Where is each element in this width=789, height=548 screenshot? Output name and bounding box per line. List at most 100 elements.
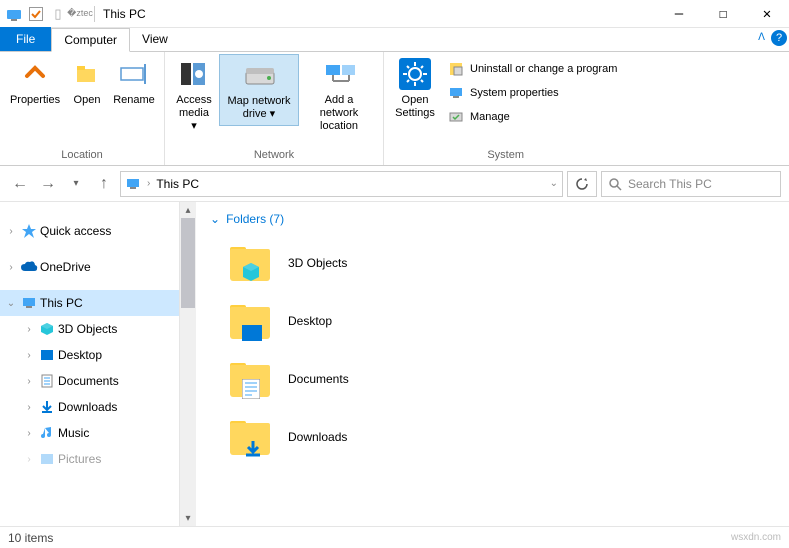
quick-access-icon bbox=[20, 222, 38, 240]
up-button[interactable]: ↑ bbox=[92, 172, 116, 196]
access-media-label: Access media ▾ bbox=[175, 94, 213, 134]
tab-view[interactable]: View bbox=[130, 27, 180, 51]
address-bar[interactable]: › This PC ⌄ bbox=[120, 171, 563, 197]
checkbox-qat-icon[interactable] bbox=[26, 4, 46, 24]
folder-3d-objects[interactable]: 3D Objects bbox=[210, 234, 775, 292]
pc-icon bbox=[125, 176, 141, 192]
tree-label: OneDrive bbox=[40, 260, 91, 274]
tree-onedrive[interactable]: › OneDrive bbox=[0, 254, 179, 280]
close-button[interactable]: ✕ bbox=[745, 0, 789, 28]
minimize-button[interactable]: — bbox=[657, 0, 701, 28]
folder-downloads[interactable]: Downloads bbox=[210, 408, 775, 466]
open-settings-label: Open Settings bbox=[394, 94, 436, 120]
chevron-right-icon[interactable]: › bbox=[4, 226, 18, 237]
group-location-label: Location bbox=[61, 147, 103, 165]
tree-label: Downloads bbox=[58, 400, 117, 414]
qat-dropdown-icon[interactable]: �ztec bbox=[70, 4, 90, 24]
tree-documents[interactable]: › Documents bbox=[0, 368, 179, 394]
refresh-button[interactable] bbox=[567, 171, 597, 197]
documents-icon bbox=[38, 372, 56, 390]
folder-label: Documents bbox=[288, 372, 349, 386]
folder-label: Desktop bbox=[288, 314, 332, 328]
tree-this-pc[interactable]: ⌄ This PC bbox=[0, 290, 179, 316]
chevron-right-icon[interactable]: › bbox=[22, 376, 36, 387]
folders-section-header[interactable]: ⌄ Folders (7) bbox=[210, 212, 775, 226]
recent-dropdown[interactable]: ▾ bbox=[64, 172, 88, 196]
address-dropdown-icon[interactable]: ⌄ bbox=[550, 178, 558, 189]
chevron-right-icon[interactable]: › bbox=[4, 262, 18, 273]
tree-music[interactable]: › Music bbox=[0, 420, 179, 446]
scroll-up-icon[interactable]: ▴ bbox=[180, 202, 196, 218]
chevron-right-icon[interactable]: › bbox=[22, 402, 36, 413]
group-network-label: Network bbox=[254, 147, 294, 165]
navigation-tree[interactable]: › Quick access › OneDrive ⌄ This PC › 3D… bbox=[0, 202, 180, 526]
downloads-icon bbox=[38, 398, 56, 416]
folder-icon bbox=[228, 241, 272, 285]
uninstall-label: Uninstall or change a program bbox=[470, 63, 617, 75]
collapse-ribbon-icon[interactable]: ᐱ bbox=[758, 32, 765, 43]
tab-computer[interactable]: Computer bbox=[51, 28, 130, 52]
system-properties-button[interactable]: System properties bbox=[448, 82, 617, 104]
chevron-right-icon[interactable]: › bbox=[22, 324, 36, 335]
map-drive-label: Map network drive ▾ bbox=[226, 95, 292, 121]
media-icon bbox=[178, 58, 210, 90]
chevron-right-icon[interactable]: › bbox=[22, 454, 36, 465]
chevron-down-icon[interactable]: ⌄ bbox=[4, 298, 18, 309]
section-label: Folders (7) bbox=[226, 212, 284, 226]
folder-desktop[interactable]: Desktop bbox=[210, 292, 775, 350]
properties-button[interactable]: Properties bbox=[4, 54, 66, 111]
add-location-label: Add a network location bbox=[305, 94, 373, 134]
tree-label: This PC bbox=[40, 296, 83, 310]
forward-button[interactable]: → bbox=[36, 172, 60, 196]
uninstall-icon bbox=[448, 61, 464, 77]
map-network-drive-button[interactable]: Map network drive ▾ bbox=[219, 54, 299, 126]
help-icon[interactable]: ? bbox=[771, 30, 787, 46]
document-qat-icon[interactable]: ▯ bbox=[48, 4, 68, 24]
tree-3d-objects[interactable]: › 3D Objects bbox=[0, 316, 179, 342]
tree-label: 3D Objects bbox=[58, 322, 117, 336]
3d-objects-icon bbox=[38, 320, 56, 338]
tree-label: Desktop bbox=[58, 348, 102, 362]
window-title: This PC bbox=[99, 7, 146, 21]
open-settings-button[interactable]: Open Settings bbox=[388, 54, 442, 124]
folder-documents[interactable]: Documents bbox=[210, 350, 775, 408]
chevron-down-icon[interactable]: ⌄ bbox=[210, 212, 220, 226]
add-network-location-button[interactable]: Add a network location bbox=[299, 54, 379, 138]
folder-icon bbox=[228, 357, 272, 401]
drive-icon bbox=[243, 59, 275, 91]
chevron-right-icon[interactable]: › bbox=[147, 178, 150, 189]
group-system-label: System bbox=[487, 147, 524, 165]
maximize-button[interactable]: ☐ bbox=[701, 0, 745, 28]
open-icon bbox=[71, 58, 103, 90]
settings-icon bbox=[399, 58, 431, 90]
manage-icon bbox=[448, 109, 464, 125]
network-location-icon bbox=[323, 58, 355, 90]
content-pane[interactable]: ⌄ Folders (7) 3D Objects Desktop Documen… bbox=[196, 202, 789, 526]
back-button[interactable]: ← bbox=[8, 172, 32, 196]
folder-label: 3D Objects bbox=[288, 256, 347, 270]
tree-label: Pictures bbox=[58, 452, 101, 466]
search-input[interactable]: Search This PC bbox=[601, 171, 781, 197]
tree-label: Quick access bbox=[40, 224, 111, 238]
file-menu[interactable]: File bbox=[0, 27, 51, 51]
scroll-down-icon[interactable]: ▾ bbox=[180, 510, 196, 526]
tree-desktop[interactable]: › Desktop bbox=[0, 342, 179, 368]
uninstall-program-button[interactable]: Uninstall or change a program bbox=[448, 58, 617, 80]
folder-icon bbox=[228, 415, 272, 459]
properties-label: Properties bbox=[10, 94, 60, 107]
tree-pictures[interactable]: › Pictures bbox=[0, 446, 179, 472]
tree-downloads[interactable]: › Downloads bbox=[0, 394, 179, 420]
chevron-right-icon[interactable]: › bbox=[22, 350, 36, 361]
tree-label: Music bbox=[58, 426, 89, 440]
access-media-button[interactable]: Access media ▾ bbox=[169, 54, 219, 138]
address-path[interactable]: This PC bbox=[156, 177, 543, 191]
chevron-right-icon[interactable]: › bbox=[22, 428, 36, 439]
open-button[interactable]: Open bbox=[66, 54, 108, 111]
rename-button[interactable]: Rename bbox=[108, 54, 160, 111]
desktop-icon bbox=[38, 346, 56, 364]
tree-scrollbar[interactable]: ▴ ▾ bbox=[180, 202, 196, 526]
scroll-thumb[interactable] bbox=[181, 218, 195, 308]
status-item-count: 10 items bbox=[8, 531, 53, 545]
manage-button[interactable]: Manage bbox=[448, 106, 617, 128]
tree-quick-access[interactable]: › Quick access bbox=[0, 218, 179, 244]
